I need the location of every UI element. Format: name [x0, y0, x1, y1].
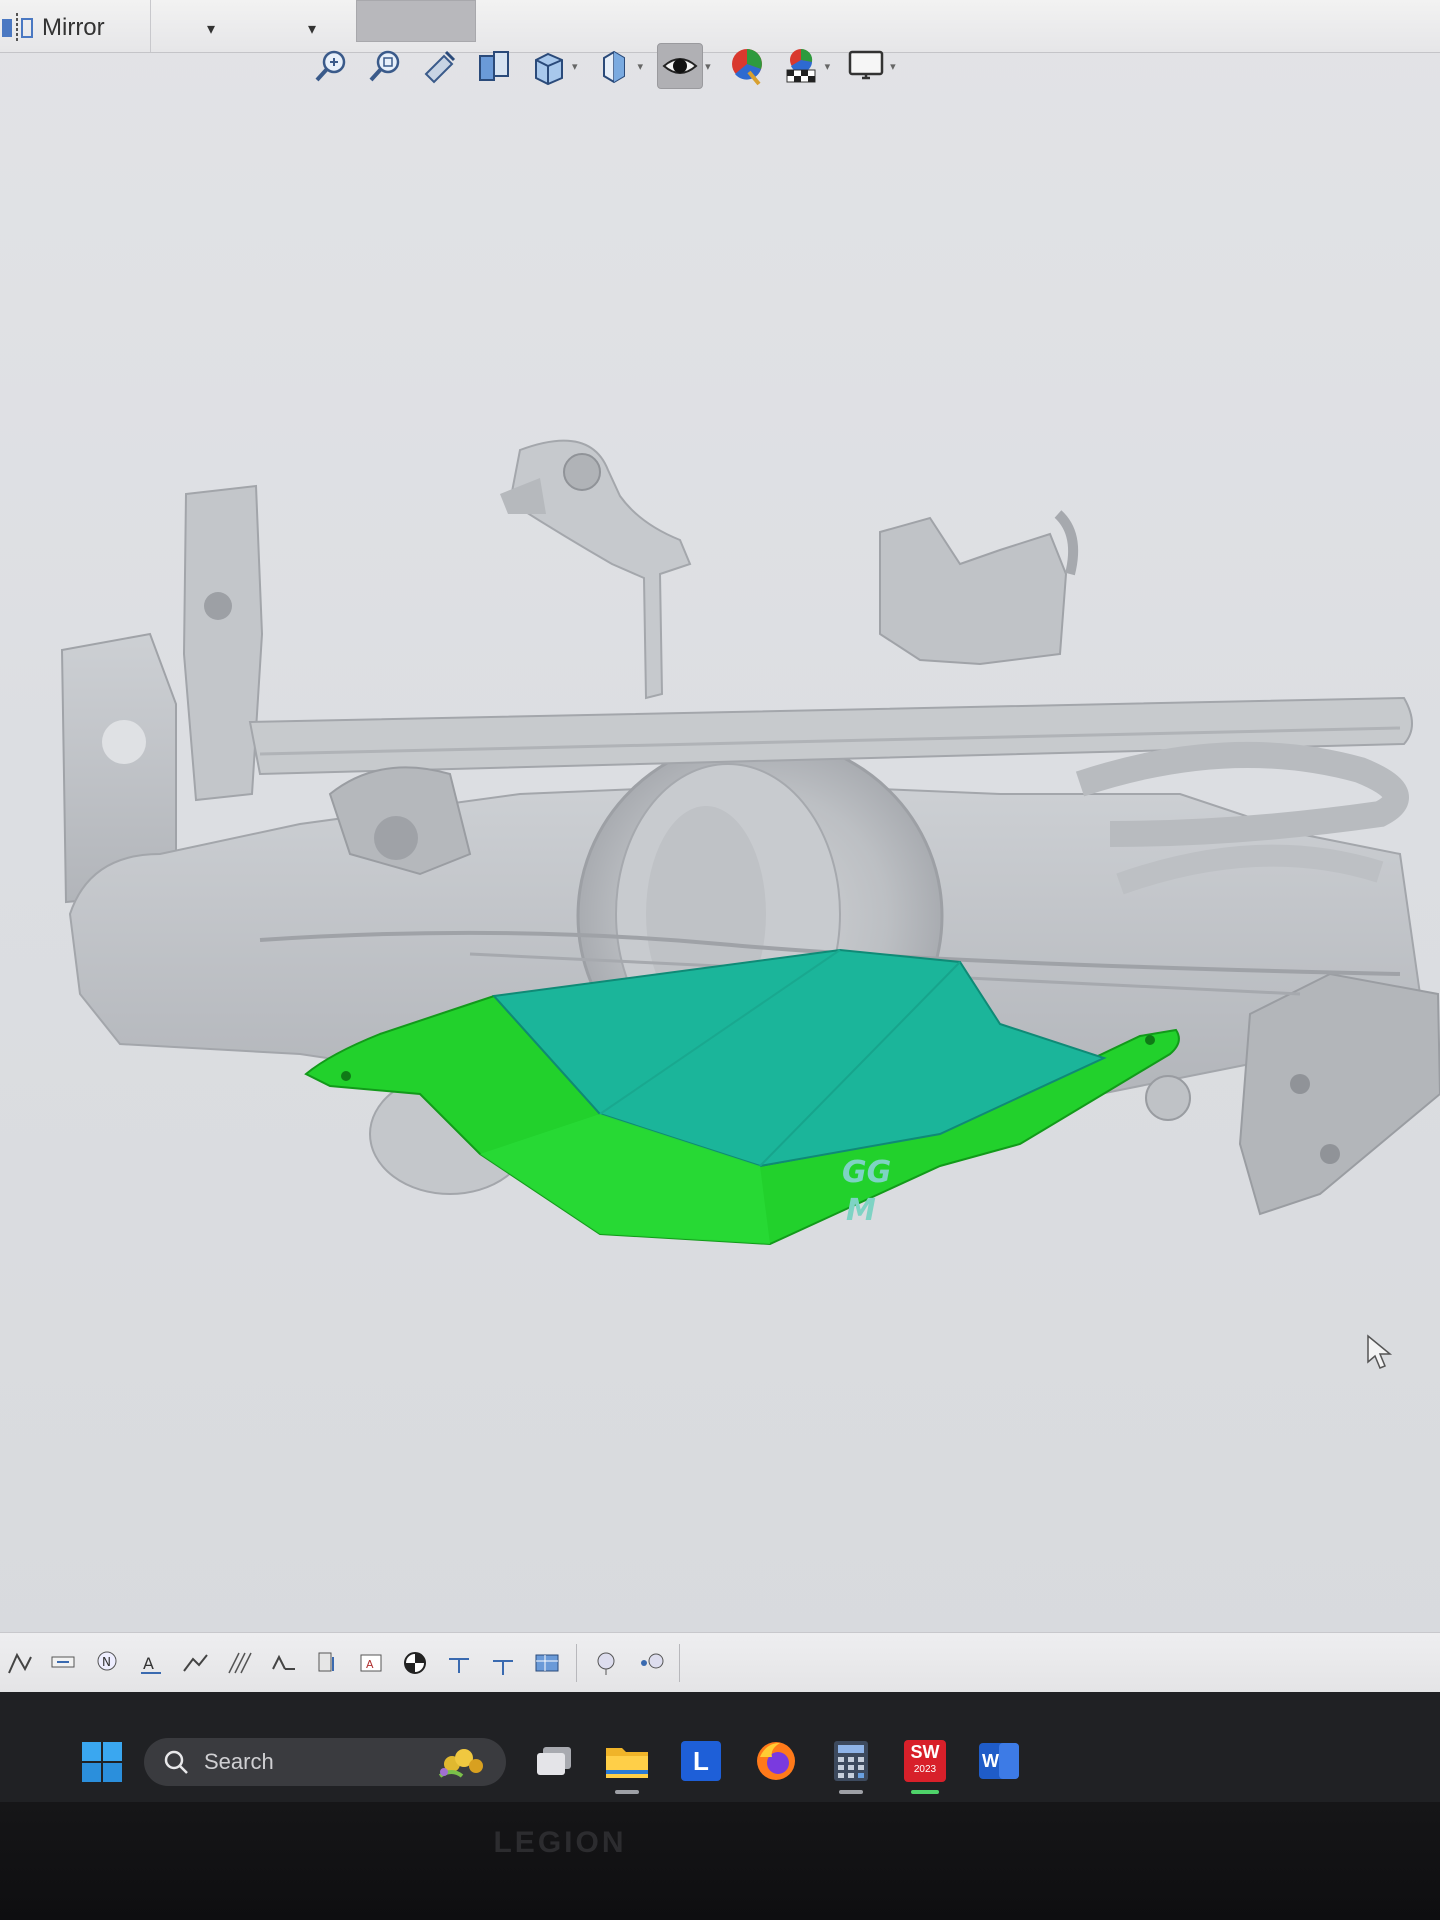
command-tab-placeholder[interactable]	[356, 0, 476, 42]
firefox-icon[interactable]	[749, 1734, 803, 1788]
engraving-line-1: GG	[842, 1155, 891, 1190]
laptop-brand-logo: LEGION	[493, 1826, 627, 1859]
relations-icon[interactable]	[4, 1648, 34, 1678]
running-indicator	[615, 1790, 639, 1794]
view-settings-icon[interactable]	[844, 44, 888, 88]
chevron-down-icon[interactable]: ▾	[638, 60, 644, 73]
active-indicator	[911, 1790, 939, 1794]
hatch-icon[interactable]	[224, 1648, 254, 1678]
balloon-icon[interactable]	[591, 1648, 621, 1678]
file-explorer-icon[interactable]	[600, 1734, 654, 1794]
datum-icon[interactable]	[312, 1648, 342, 1678]
command-separator	[150, 0, 151, 52]
edit-appearance-icon[interactable]	[725, 44, 769, 88]
l-app-letter: L	[693, 1745, 709, 1776]
engraving-line-2: M	[846, 1193, 876, 1228]
svg-text:N: N	[102, 1655, 111, 1669]
chevron-down-icon[interactable]: ▾	[825, 60, 831, 73]
hide-show-items-icon[interactable]	[657, 43, 704, 89]
heads-up-view-toolbar: ▾ ▾ ▾ ▾ ▾	[310, 38, 900, 94]
windows-start-icon[interactable]	[80, 1740, 124, 1784]
model-render: GG M	[60, 439, 1440, 1246]
graphics-area[interactable]: GG M	[0, 94, 1440, 1624]
svg-text:A: A	[366, 1658, 374, 1671]
mirror-command[interactable]: Mirror	[0, 8, 105, 48]
chevron-down-icon[interactable]: ▾	[196, 14, 226, 44]
calculator-icon[interactable]	[824, 1734, 878, 1794]
word-letter: W	[982, 1750, 999, 1771]
sketch-line-icon[interactable]	[180, 1648, 210, 1678]
task-view-icon[interactable]	[527, 1734, 581, 1788]
laptop-bezel: LEGION	[0, 1802, 1440, 1920]
search-highlight-icon	[438, 1749, 483, 1778]
chevron-down-icon[interactable]: ▾	[572, 60, 578, 73]
filter-annotations-icon[interactable]: A	[136, 1648, 166, 1678]
display-style-icon[interactable]	[592, 44, 636, 88]
mouse-cursor-icon	[1367, 1334, 1393, 1369]
word-icon[interactable]: W	[972, 1734, 1026, 1788]
surface-finish-icon[interactable]	[268, 1648, 298, 1678]
auto-balloon-icon[interactable]	[635, 1648, 665, 1678]
search-placeholder: Search	[204, 1749, 274, 1774]
table-icon[interactable]	[532, 1648, 562, 1678]
svg-text:A: A	[143, 1654, 154, 1673]
section-view-icon[interactable]	[472, 44, 516, 88]
zoom-to-area-icon[interactable]	[364, 44, 408, 88]
search-icon	[164, 1750, 188, 1774]
mirror-icon	[0, 11, 34, 45]
filter-notes-icon[interactable]: N	[92, 1648, 122, 1678]
view-orientation-icon[interactable]	[526, 44, 570, 88]
zoom-to-fit-icon[interactable]	[310, 44, 354, 88]
solidworks-icon[interactable]: SW 2023	[898, 1734, 952, 1794]
chevron-down-icon[interactable]: ▾	[890, 60, 896, 73]
block-icon[interactable]: A	[356, 1648, 386, 1678]
l-app-icon[interactable]: L	[674, 1734, 728, 1788]
mirror-label: Mirror	[42, 14, 105, 41]
solidworks-version: 2023	[913, 1764, 937, 1775]
taskbar-search[interactable]: Search	[144, 1738, 506, 1786]
monitor-screen: Mirror ▾ ▾ ▾ ▾ ▾ ▾ ▾ GG M N A A	[0, 0, 1440, 1735]
solidworks-letters: SW	[910, 1742, 940, 1762]
chevron-down-icon[interactable]: ▾	[705, 60, 711, 73]
dimension-icon[interactable]	[48, 1648, 78, 1678]
toolbar-separator	[576, 1644, 577, 1682]
previous-view-icon[interactable]	[418, 44, 462, 88]
insert-line-down-icon[interactable]	[488, 1648, 518, 1678]
apply-scene-icon[interactable]	[779, 44, 823, 88]
sketch-toolbar: N A A	[0, 1632, 1440, 1693]
toolbar-separator	[679, 1644, 680, 1682]
center-of-mass-icon[interactable]	[400, 1648, 430, 1678]
running-indicator	[839, 1790, 863, 1794]
insert-line-icon[interactable]	[444, 1648, 474, 1678]
windows-taskbar: Search L SW 2023 W	[0, 1692, 1440, 1802]
